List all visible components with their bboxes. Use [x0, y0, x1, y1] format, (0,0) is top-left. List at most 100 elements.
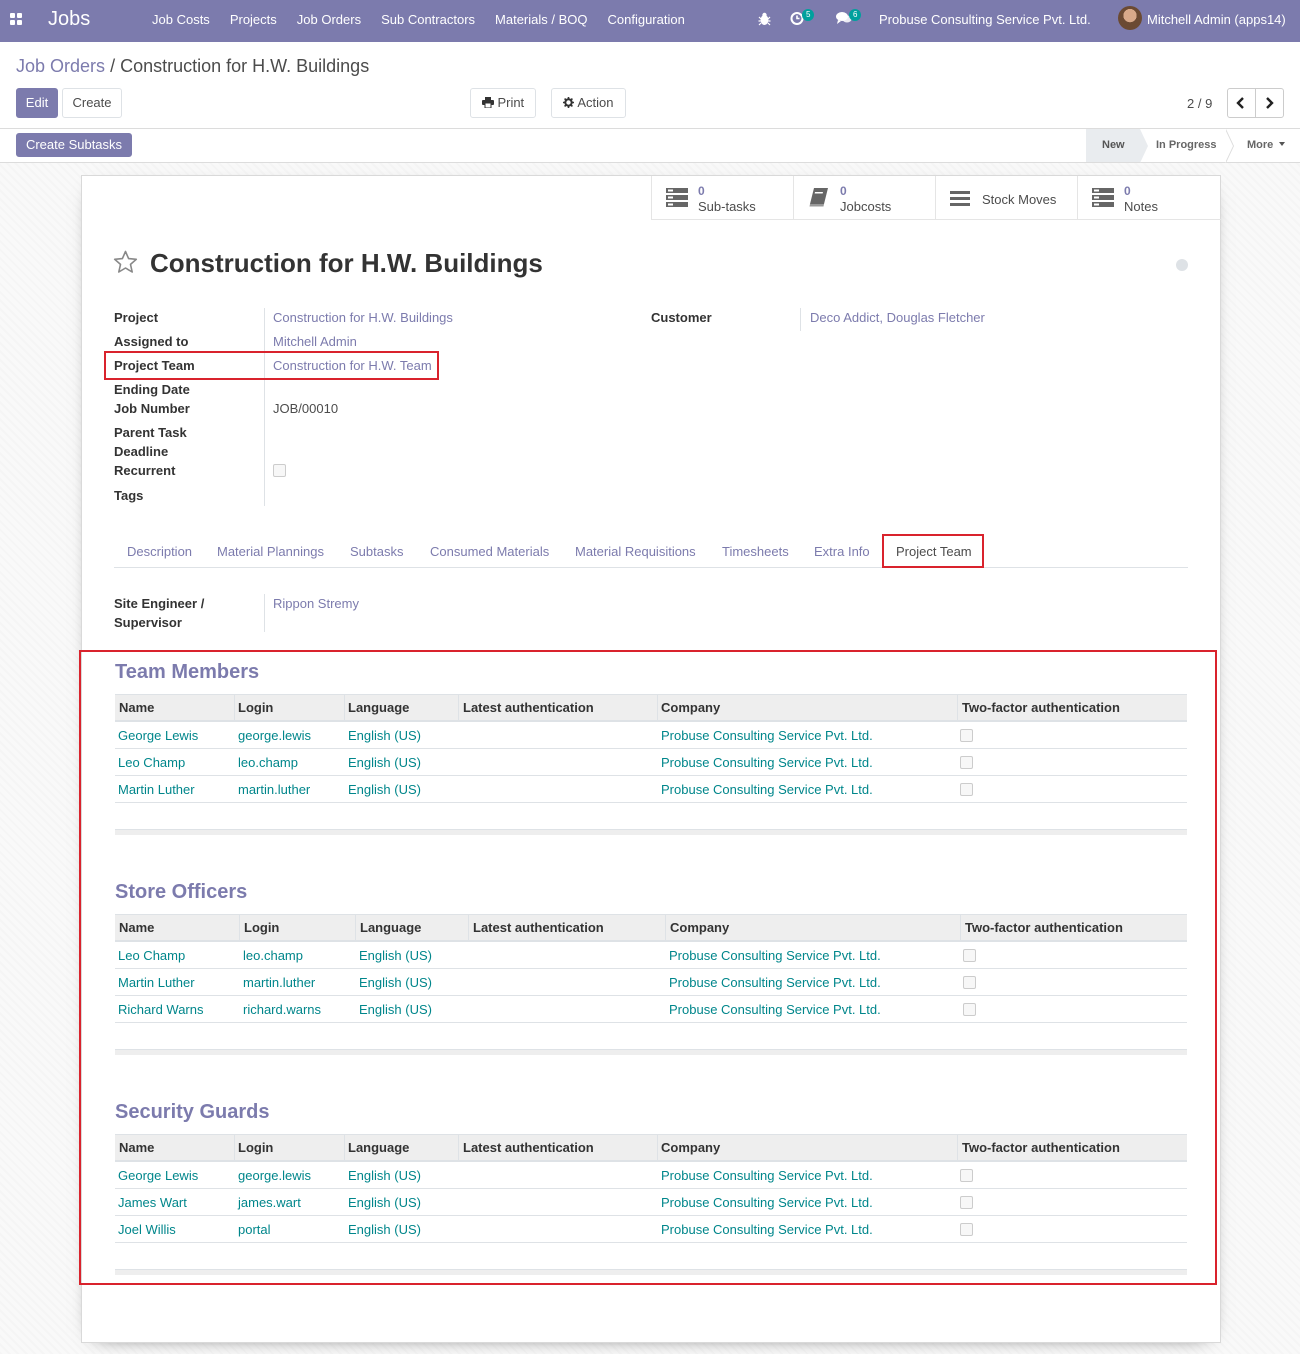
notes-smart-button[interactable]: 0 Notes: [1077, 176, 1219, 219]
row-language[interactable]: English (US): [348, 1222, 421, 1237]
row-login[interactable]: george.lewis: [238, 1168, 311, 1183]
print-button[interactable]: Print: [470, 88, 536, 118]
row-name[interactable]: Martin Luther: [118, 975, 195, 990]
app-brand[interactable]: Jobs: [48, 8, 90, 31]
row-language[interactable]: English (US): [348, 782, 421, 797]
supervisor-value[interactable]: Rippon Stremy: [273, 596, 359, 611]
project-value[interactable]: Construction for H.W. Buildings: [273, 310, 453, 325]
create-button[interactable]: Create: [62, 88, 122, 118]
row-name[interactable]: Joel Willis: [118, 1222, 176, 1237]
two-factor-checkbox[interactable]: [960, 1196, 973, 1209]
two-factor-checkbox[interactable]: [963, 976, 976, 989]
column-language[interactable]: Language: [360, 920, 421, 935]
row-login[interactable]: richard.warns: [243, 1002, 321, 1017]
row-company[interactable]: Probuse Consulting Service Pvt. Ltd.: [669, 948, 881, 963]
bug-icon[interactable]: [758, 12, 771, 26]
menu-configuration[interactable]: Configuration: [598, 0, 695, 42]
row-language[interactable]: English (US): [359, 948, 432, 963]
column-two-factor[interactable]: Two-factor authentication: [962, 1140, 1120, 1155]
two-factor-checkbox[interactable]: [960, 729, 973, 742]
edit-button[interactable]: Edit: [16, 88, 58, 118]
row-name[interactable]: George Lewis: [118, 1168, 198, 1183]
apps-menu-icon[interactable]: [10, 13, 22, 25]
row-name[interactable]: James Wart: [118, 1195, 187, 1210]
row-name[interactable]: Leo Champ: [118, 948, 185, 963]
table-row[interactable]: Leo Champ leo.champ English (US) Probuse…: [115, 749, 1187, 776]
row-login[interactable]: george.lewis: [238, 728, 311, 743]
assigned-to-value[interactable]: Mitchell Admin: [273, 334, 357, 349]
table-row[interactable]: Martin Luther martin.luther English (US)…: [115, 776, 1187, 803]
menu-projects[interactable]: Projects: [220, 0, 287, 42]
column-two-factor[interactable]: Two-factor authentication: [965, 920, 1123, 935]
subtasks-smart-button[interactable]: 0 Sub-tasks: [651, 176, 793, 219]
two-factor-checkbox[interactable]: [960, 1169, 973, 1182]
table-row[interactable]: George Lewis george.lewis English (US) P…: [115, 722, 1187, 749]
two-factor-checkbox[interactable]: [960, 1223, 973, 1236]
create-subtasks-button[interactable]: Create Subtasks: [16, 133, 132, 157]
tab-description[interactable]: Description: [127, 544, 192, 559]
row-login[interactable]: james.wart: [238, 1195, 301, 1210]
table-row[interactable]: Richard Warns richard.warns English (US)…: [115, 996, 1187, 1023]
row-name[interactable]: George Lewis: [118, 728, 198, 743]
stage-new[interactable]: New: [1086, 129, 1140, 162]
row-login[interactable]: leo.champ: [238, 755, 298, 770]
pager-value[interactable]: 2 / 9: [1187, 96, 1212, 111]
table-row[interactable]: Martin Luther martin.luther English (US)…: [115, 969, 1187, 996]
column-company[interactable]: Company: [661, 1140, 720, 1155]
row-name[interactable]: Leo Champ: [118, 755, 185, 770]
jobcosts-smart-button[interactable]: 0 Jobcosts: [793, 176, 935, 219]
two-factor-checkbox[interactable]: [963, 949, 976, 962]
pager-previous-button[interactable]: [1227, 88, 1256, 118]
table-row[interactable]: Leo Champ leo.champ English (US) Probuse…: [115, 942, 1187, 969]
tab-subtasks[interactable]: Subtasks: [350, 544, 403, 559]
row-language[interactable]: English (US): [348, 755, 421, 770]
user-menu[interactable]: Mitchell Admin (apps14): [1147, 12, 1286, 27]
row-login[interactable]: portal: [238, 1222, 271, 1237]
column-company[interactable]: Company: [670, 920, 729, 935]
row-name[interactable]: Richard Warns: [118, 1002, 203, 1017]
column-latest-authentication[interactable]: Latest authentication: [463, 700, 594, 715]
favorite-star-icon[interactable]: [113, 250, 138, 274]
table-row[interactable]: George Lewis george.lewis English (US) P…: [115, 1162, 1187, 1189]
tab-consumed-materials[interactable]: Consumed Materials: [430, 544, 549, 559]
column-company[interactable]: Company: [661, 700, 720, 715]
two-factor-checkbox[interactable]: [960, 783, 973, 796]
table-row[interactable]: Joel Willis portal English (US) Probuse …: [115, 1216, 1187, 1243]
column-latest-authentication[interactable]: Latest authentication: [473, 920, 604, 935]
row-company[interactable]: Probuse Consulting Service Pvt. Ltd.: [661, 1222, 873, 1237]
row-company[interactable]: Probuse Consulting Service Pvt. Ltd.: [669, 1002, 881, 1017]
column-two-factor[interactable]: Two-factor authentication: [962, 700, 1120, 715]
pager-next-button[interactable]: [1255, 88, 1284, 118]
menu-job-orders[interactable]: Job Orders: [287, 0, 371, 42]
tab-material-plannings[interactable]: Material Plannings: [217, 544, 324, 559]
row-company[interactable]: Probuse Consulting Service Pvt. Ltd.: [661, 755, 873, 770]
stock-moves-smart-button[interactable]: Stock Moves: [935, 176, 1077, 219]
tab-material-requisitions[interactable]: Material Requisitions: [575, 544, 696, 559]
row-login[interactable]: martin.luther: [238, 782, 310, 797]
stage-in-progress[interactable]: In Progress: [1140, 129, 1226, 162]
column-login[interactable]: Login: [238, 1140, 273, 1155]
row-company[interactable]: Probuse Consulting Service Pvt. Ltd.: [661, 1195, 873, 1210]
column-language[interactable]: Language: [348, 1140, 409, 1155]
row-login[interactable]: martin.luther: [243, 975, 315, 990]
row-language[interactable]: English (US): [348, 1168, 421, 1183]
row-language[interactable]: English (US): [359, 1002, 432, 1017]
breadcrumb-job-orders[interactable]: Job Orders: [16, 56, 105, 76]
menu-sub-contractors[interactable]: Sub Contractors: [371, 0, 485, 42]
column-name[interactable]: Name: [119, 700, 154, 715]
row-login[interactable]: leo.champ: [243, 948, 303, 963]
column-login[interactable]: Login: [244, 920, 279, 935]
tab-timesheets[interactable]: Timesheets: [722, 544, 789, 559]
row-language[interactable]: English (US): [359, 975, 432, 990]
row-name[interactable]: Martin Luther: [118, 782, 195, 797]
recurrent-checkbox[interactable]: [273, 464, 286, 477]
row-company[interactable]: Probuse Consulting Service Pvt. Ltd.: [669, 975, 881, 990]
column-name[interactable]: Name: [119, 1140, 154, 1155]
tab-extra-info[interactable]: Extra Info: [814, 544, 870, 559]
company-switcher[interactable]: Probuse Consulting Service Pvt. Ltd.: [879, 12, 1091, 27]
table-row[interactable]: James Wart james.wart English (US) Probu…: [115, 1189, 1187, 1216]
column-latest-authentication[interactable]: Latest authentication: [463, 1140, 594, 1155]
column-language[interactable]: Language: [348, 700, 409, 715]
two-factor-checkbox[interactable]: [960, 756, 973, 769]
row-language[interactable]: English (US): [348, 1195, 421, 1210]
